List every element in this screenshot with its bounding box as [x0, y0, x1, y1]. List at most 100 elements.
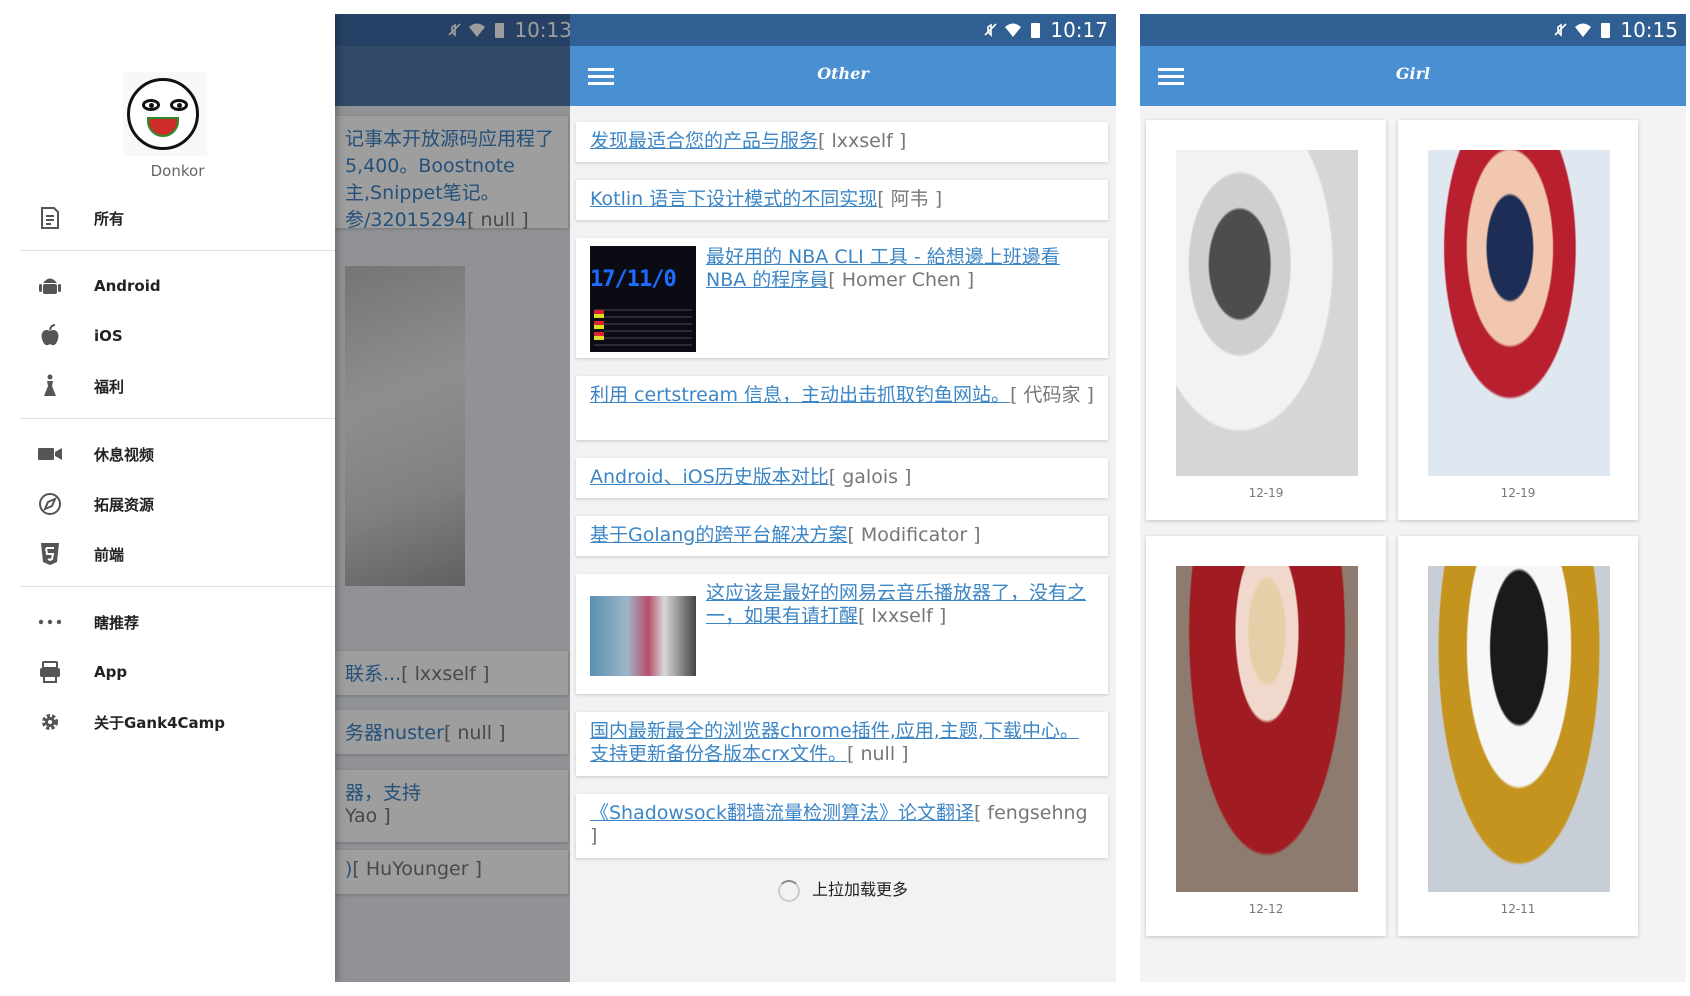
photo-date: 12-19: [1248, 486, 1284, 500]
mute-icon: [984, 23, 997, 37]
article-link[interactable]: 发现最适合您的产品与服务: [590, 130, 818, 152]
html5-icon: [36, 540, 64, 568]
app-icon: [36, 658, 64, 686]
mute-icon: [1554, 23, 1567, 37]
video-camera-icon: [36, 440, 64, 468]
watermelon-mouth: [147, 117, 179, 137]
load-more: 上拉加载更多: [570, 876, 1116, 902]
screen-girl: 10:15 Girl 12-19 12-19 12-12 12-11: [1140, 14, 1686, 982]
photo-card[interactable]: 12-11: [1398, 536, 1638, 936]
avatar-eye: [170, 99, 188, 111]
avatar[interactable]: [123, 72, 207, 156]
app-bar: Other: [570, 46, 1116, 106]
photo-card[interactable]: 12-12: [1146, 536, 1386, 936]
article-link[interactable]: 《Shadowsock翻墙流量检测算法》论文翻译: [590, 802, 974, 824]
photo-grid[interactable]: 12-19 12-19 12-12 12-11: [1140, 106, 1686, 982]
article-link[interactable]: 利用 certstream 信息，主动出击抓取钓鱼网站。: [590, 384, 1010, 406]
thumbnail-table: [594, 304, 692, 348]
article-link[interactable]: Kotlin 语言下设计模式的不同实现: [590, 188, 877, 210]
drawer-item-label: App: [94, 663, 128, 681]
page-title: Girl: [1395, 64, 1431, 83]
list-item[interactable]: 这应该是最好的网易云音乐播放器了，没有之一，如果有请打醒[ lxxself ]: [576, 574, 1108, 694]
username: Donkor: [150, 162, 205, 180]
status-time: 10:15: [1620, 18, 1678, 42]
explore-icon: [36, 490, 64, 518]
photo-card[interactable]: 12-19: [1146, 120, 1386, 520]
more-dots-icon: [36, 608, 64, 636]
drawer-item-android[interactable]: Android: [20, 264, 335, 308]
article-author: [ lxxself ]: [818, 130, 907, 152]
article-author: [ Homer Chen ]: [828, 269, 975, 291]
photo[interactable]: [1176, 566, 1358, 892]
status-icons: [1552, 21, 1614, 39]
list-item[interactable]: Kotlin 语言下设计模式的不同实现[ 阿韦 ]: [576, 180, 1108, 220]
photo-date: 12-19: [1500, 486, 1536, 500]
status-bar: 10:17: [570, 14, 1116, 46]
screen-other: 10:17 Other 发现最适合您的产品与服务[ lxxself ] Kotl…: [570, 14, 1116, 982]
page-title: Other: [817, 64, 869, 83]
article-author: [ 代码家 ]: [1010, 384, 1094, 406]
battery-icon: [1601, 23, 1611, 38]
drawer-item-label: 前端: [94, 545, 125, 564]
status-icons: [982, 21, 1044, 39]
article-thumbnail[interactable]: 17/11/0: [590, 246, 696, 352]
drawer-item-welfare[interactable]: 福利: [20, 364, 335, 408]
wifi-icon: [1005, 23, 1022, 37]
photo[interactable]: [1428, 566, 1610, 892]
divider: [20, 586, 335, 587]
article-thumbnail[interactable]: [590, 596, 696, 676]
article-link[interactable]: 基于Golang的跨平台解决方案: [590, 524, 847, 546]
drawer-item-all[interactable]: 所有: [20, 196, 335, 240]
list-item[interactable]: 《Shadowsock翻墙流量检测算法》论文翻译[ fengsehng ]: [576, 794, 1108, 858]
list-item[interactable]: 利用 certstream 信息，主动出击抓取钓鱼网站。[ 代码家 ]: [576, 376, 1108, 440]
article-author: [ Modificator ]: [847, 524, 981, 546]
avatar-face: [127, 78, 199, 150]
photo[interactable]: [1176, 150, 1358, 476]
drawer-item-label: iOS: [94, 327, 123, 345]
article-author: [ lxxself ]: [858, 605, 947, 627]
load-more-label: 上拉加载更多: [811, 880, 908, 899]
drawer-item-resources[interactable]: 拓展资源: [20, 482, 335, 526]
drawer-item-video[interactable]: 休息视频: [20, 432, 335, 476]
drawer-item-ios[interactable]: iOS: [20, 314, 335, 358]
thumbnail-text: 17/11/0: [590, 267, 677, 292]
drawer-item-label: 福利: [94, 377, 125, 396]
dress-icon: [36, 372, 64, 400]
drawer-item-label: 关于Gank4Camp: [94, 713, 226, 732]
article-author: [ null ]: [847, 743, 909, 765]
navigation-drawer: Donkor 所有 Android iOS 福利 休息视频 拓展资源 前端 瞎推…: [20, 14, 335, 982]
drawer-item-recommend[interactable]: 瞎推荐: [20, 600, 335, 644]
list-item[interactable]: 发现最适合您的产品与服务[ lxxself ]: [576, 122, 1108, 162]
list-item[interactable]: 国内最新最全的浏览器chrome插件,应用,主题,下载中心。支持更新备份各版本c…: [576, 712, 1108, 776]
divider: [20, 250, 335, 251]
drawer-item-app[interactable]: App: [20, 650, 335, 694]
photo-card[interactable]: 12-19: [1398, 120, 1638, 520]
loading-spinner-icon: [777, 879, 800, 902]
article-link[interactable]: 国内最新最全的浏览器chrome插件,应用,主题,下载中心。支持更新备份各版本c…: [590, 720, 1079, 765]
photo-date: 12-11: [1500, 902, 1536, 916]
drawer-item-label: Android: [94, 277, 161, 295]
divider: [20, 418, 335, 419]
drawer-item-about[interactable]: 关于Gank4Camp: [20, 700, 335, 744]
gear-icon: [36, 708, 64, 736]
drawer-item-label: 拓展资源: [94, 495, 155, 514]
screen-drawer: 10:13 记事本开放源码应用程了5,400。Boostnote主,Snippe…: [20, 14, 580, 982]
photo-date: 12-12: [1248, 902, 1284, 916]
drawer-item-label: 休息视频: [94, 445, 155, 464]
avatar-eye: [142, 99, 160, 111]
list-item[interactable]: Android、iOS历史版本对比[ galois ]: [576, 458, 1108, 498]
status-bar: 10:15: [1140, 14, 1686, 46]
article-link[interactable]: Android、iOS历史版本对比: [590, 466, 829, 488]
article-author: [ galois ]: [828, 466, 912, 488]
wifi-icon: [1575, 23, 1592, 37]
photo[interactable]: [1428, 150, 1610, 476]
drawer-item-frontend[interactable]: 前端: [20, 532, 335, 576]
document-icon: [36, 204, 64, 232]
battery-icon: [1031, 23, 1041, 38]
list-item[interactable]: 17/11/0 最好用的 NBA CLI 工具 - 給想邊上班邊看 NBA 的程…: [576, 238, 1108, 358]
article-list[interactable]: 发现最适合您的产品与服务[ lxxself ] Kotlin 语言下设计模式的不…: [570, 106, 1116, 982]
list-item[interactable]: 基于Golang的跨平台解决方案[ Modificator ]: [576, 516, 1108, 556]
drawer-item-label: 所有: [94, 209, 125, 228]
status-time: 10:17: [1050, 18, 1108, 42]
app-bar: Girl: [1140, 46, 1686, 106]
